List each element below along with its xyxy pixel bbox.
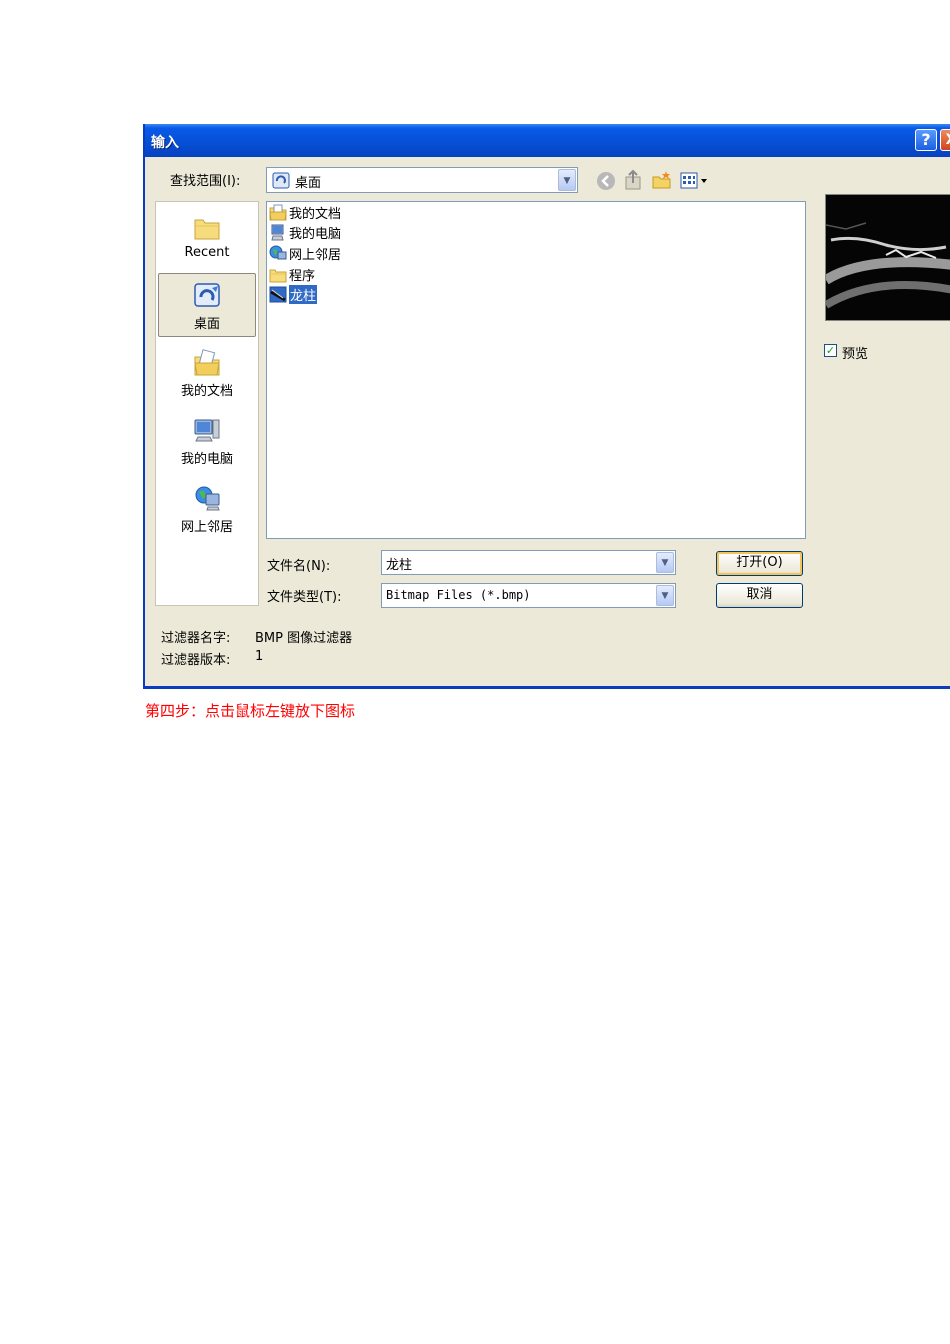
filetype-label: 文件类型(T):	[267, 590, 342, 605]
filter-version-value: 1	[255, 649, 264, 664]
computer-icon	[194, 419, 220, 442]
preview-image	[823, 194, 950, 321]
place-label: 网上邻居	[180, 520, 233, 535]
step-caption: 第四步：点击鼠标左键放下图标	[145, 702, 356, 720]
import-dialog: 输入 ? X 查找范围(I): 桌面 ▼	[143, 124, 950, 689]
lookin-value: 桌面	[295, 176, 322, 191]
preview-label: 预览	[842, 347, 869, 362]
filter-name-label: 过滤器名字:	[161, 631, 231, 646]
cancel-button[interactable]: 取消	[716, 583, 803, 608]
computer-icon	[271, 224, 284, 240]
place-label: 我的文档	[180, 384, 233, 399]
filter-version-label: 过滤器版本:	[161, 653, 231, 668]
list-item[interactable]: 网上邻居	[269, 243, 341, 263]
chevron-down-icon[interactable]: ▼	[558, 169, 576, 191]
file-name: 龙柱	[289, 284, 318, 304]
list-item[interactable]: 龙柱	[269, 284, 318, 304]
preview-checkbox[interactable]: ✓	[824, 344, 837, 357]
chevron-down-icon[interactable]: ▼	[656, 552, 674, 573]
filetype-select[interactable]: Bitmap Files (*.bmp) ▼	[381, 583, 676, 608]
file-name: 程序	[289, 268, 316, 284]
place-network[interactable]: 网上邻居	[158, 477, 256, 541]
place-my-documents[interactable]: 我的文档	[158, 341, 256, 405]
close-button[interactable]: X	[940, 129, 950, 151]
places-bar: Recent 桌面 我的文档 我的电脑 网上邻居	[155, 201, 259, 606]
filetype-value: Bitmap Files (*.bmp)	[386, 588, 531, 602]
documents-icon	[194, 349, 220, 376]
filter-name-value: BMP 图像过滤器	[255, 631, 353, 646]
file-name: 网上邻居	[289, 247, 342, 263]
list-item[interactable]: 我的电脑	[269, 222, 341, 242]
filename-value: 龙柱	[386, 558, 413, 573]
new-folder-icon[interactable]	[651, 169, 673, 191]
back-icon[interactable]	[596, 171, 616, 191]
network-icon	[195, 486, 220, 511]
desktop-icon	[194, 283, 220, 307]
desktop-icon	[272, 172, 290, 189]
filename-input[interactable]: 龙柱 ▼	[381, 550, 676, 575]
dialog-title: 输入	[151, 135, 179, 151]
folder-icon	[194, 219, 220, 240]
chevron-down-icon[interactable]: ▼	[656, 585, 674, 606]
folder-icon	[269, 269, 287, 282]
title-bar[interactable]: 输入 ? X	[145, 124, 950, 157]
place-recent[interactable]: Recent	[158, 206, 256, 270]
file-list[interactable]: 我的文档 我的电脑 网上邻居 程序 龙柱	[266, 201, 806, 539]
place-label: 桌面	[193, 317, 220, 332]
documents-icon	[269, 204, 287, 220]
network-icon	[269, 245, 287, 259]
list-item[interactable]: 程序	[269, 264, 315, 284]
file-name: 我的电脑	[289, 226, 342, 242]
place-label: Recent	[184, 245, 230, 260]
lookin-label: 查找范围(I):	[170, 174, 241, 189]
view-menu-icon[interactable]	[680, 172, 710, 190]
image-file-icon	[269, 286, 287, 302]
place-desktop[interactable]: 桌面	[158, 273, 256, 337]
list-item[interactable]: 我的文档	[269, 202, 341, 222]
filename-label: 文件名(N):	[267, 559, 331, 574]
up-folder-icon[interactable]	[623, 169, 643, 191]
help-button[interactable]: ?	[915, 129, 937, 151]
place-label: 我的电脑	[180, 452, 233, 467]
place-my-computer[interactable]: 我的电脑	[158, 409, 256, 473]
preview-thumbnail	[823, 195, 950, 320]
file-name: 我的文档	[289, 206, 342, 222]
lookin-combo[interactable]: 桌面 ▼	[266, 167, 578, 193]
open-button[interactable]: 打开(O)	[716, 551, 803, 576]
